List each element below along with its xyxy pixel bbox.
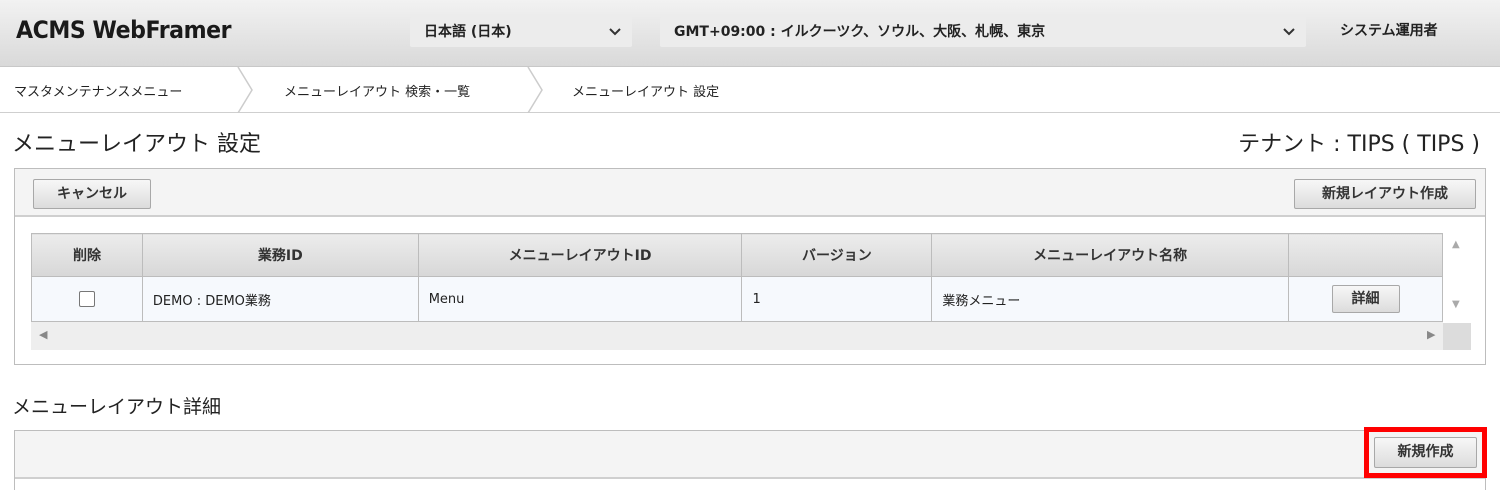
timezone-select[interactable]: GMT+09:00 : イルクーツク、ソウル、大阪、札幌、東京 <box>660 17 1306 47</box>
column-header-layout-id: メニューレイアウトID <box>417 233 743 277</box>
delete-checkbox[interactable] <box>78 291 95 307</box>
user-menu[interactable]: システム運用者 <box>1340 20 1438 40</box>
business-id-cell: DEMO : DEMO業務 <box>141 276 419 322</box>
layout-id-cell: Menu <box>417 276 743 322</box>
actions-cell: 詳細 <box>1288 276 1443 322</box>
breadcrumb-item-current: メニューレイアウト 設定 <box>572 85 720 100</box>
detail-panel <box>14 430 1486 490</box>
detail-toolbar <box>15 431 1485 479</box>
page-title: メニューレイアウト 設定 <box>12 132 261 157</box>
layout-table-container: 削除 業務ID メニューレイアウトID バージョン メニューレイアウト名称 DE… <box>31 233 1471 350</box>
scroll-left-icon[interactable]: ◀ <box>39 328 47 341</box>
scroll-down-icon[interactable]: ▼ <box>1452 299 1460 310</box>
layout-list-toolbar: キャンセル 新規レイアウト作成 <box>15 169 1485 217</box>
breadcrumb-item-search-list[interactable]: メニューレイアウト 検索・一覧 <box>284 81 470 100</box>
breadcrumb: マスタメンテナンスメニュー メニューレイアウト 検索・一覧 メニューレイアウト … <box>0 67 1500 113</box>
cancel-button[interactable]: キャンセル <box>33 179 151 209</box>
column-header-actions <box>1288 233 1443 277</box>
app-logo: ACMS WebFramer <box>16 16 232 44</box>
scroll-up-icon[interactable]: ▲ <box>1452 239 1460 250</box>
chevron-down-icon <box>608 17 622 58</box>
scroll-right-icon[interactable]: ▶ <box>1427 328 1435 341</box>
column-header-delete: 削除 <box>31 233 143 277</box>
layout-name-cell: 業務メニュー <box>931 276 1290 322</box>
new-layout-button[interactable]: 新規レイアウト作成 <box>1294 179 1476 209</box>
layout-list-panel: キャンセル 新規レイアウト作成 削除 業務ID メニューレイアウトID バージョ… <box>14 168 1486 365</box>
delete-cell <box>31 276 143 322</box>
detail-button[interactable]: 詳細 <box>1331 285 1400 313</box>
vertical-scrollbar[interactable]: ▲ ▼ <box>1443 233 1471 323</box>
detail-section-title: メニューレイアウト詳細 <box>12 396 222 418</box>
breadcrumb-separator-icon <box>237 67 253 113</box>
breadcrumb-separator-icon <box>527 67 543 113</box>
table-header-row: 削除 業務ID メニューレイアウトID バージョン メニューレイアウト名称 <box>31 233 1443 277</box>
top-bar: ACMS WebFramer 日本語 (日本) GMT+09:00 : イルクー… <box>0 0 1500 67</box>
language-select-value: 日本語 (日本) <box>424 24 512 40</box>
new-button[interactable]: 新規作成 <box>1374 437 1477 468</box>
language-select[interactable]: 日本語 (日本) <box>410 17 632 47</box>
column-header-version: バージョン <box>741 233 933 277</box>
scrollbar-corner <box>1443 323 1471 350</box>
column-header-layout-name: メニューレイアウト名称 <box>931 233 1290 277</box>
timezone-select-value: GMT+09:00 : イルクーツク、ソウル、大阪、札幌、東京 <box>674 24 1046 40</box>
table-row: DEMO : DEMO業務 Menu 1 業務メニュー 詳細 <box>31 276 1443 322</box>
column-header-business-id: 業務ID <box>141 233 419 277</box>
tenant-label: テナント : TIPS ( TIPS ) <box>1238 132 1480 157</box>
layout-table: 削除 業務ID メニューレイアウトID バージョン メニューレイアウト名称 DE… <box>31 233 1443 322</box>
horizontal-scrollbar[interactable]: ◀ ▶ <box>31 323 1471 350</box>
chevron-down-icon <box>1282 17 1296 58</box>
breadcrumb-item-master-menu[interactable]: マスタメンテナンスメニュー <box>14 81 182 100</box>
version-cell: 1 <box>741 276 933 322</box>
